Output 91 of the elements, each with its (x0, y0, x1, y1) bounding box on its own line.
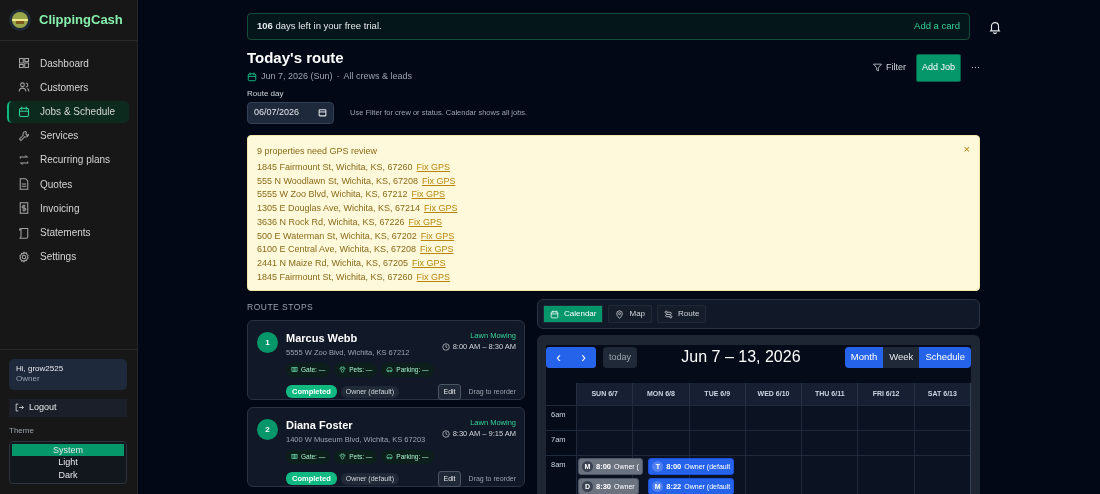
paw-icon (339, 366, 347, 374)
route-day-field[interactable]: 06/07/2026 (247, 101, 334, 124)
property-address: 2441 N Maize Rd, Wichita, KS, 67205 (257, 257, 409, 268)
route-day-label: Route day (247, 87, 285, 100)
customer-name: Marcus Webb (286, 331, 359, 347)
clock-icon (441, 429, 450, 438)
time-slot (688, 430, 745, 456)
view-toggle[interactable]: Month (844, 346, 884, 368)
time-slot (801, 455, 858, 494)
time-slot (744, 430, 802, 456)
repeat-arrows-icon (18, 153, 30, 166)
map-pin-icon (615, 309, 625, 319)
time-slot (744, 405, 802, 431)
date-range-title: Jun 7 – 13, 2026 (680, 347, 802, 368)
property-address: 500 E Waterman St, Wichita, KS, 67202 (257, 230, 417, 241)
user-greeting: Hi, grow2525 (16, 364, 65, 374)
time-slot (801, 430, 858, 456)
scroll-icon (18, 226, 30, 239)
time-slot (744, 455, 802, 494)
nav-item[interactable]: Recurring plans (7, 148, 129, 171)
separator-dot: · (336, 70, 340, 83)
time-slot (576, 405, 633, 431)
customer-name: Diana Foster (286, 418, 354, 434)
gate-icon (291, 366, 298, 374)
time-slot (857, 430, 914, 456)
time-slot (801, 405, 858, 431)
user-role: Owner (16, 373, 41, 384)
filter-icon (872, 63, 882, 73)
logout-button[interactable]: Logout (9, 399, 127, 417)
document-icon (18, 178, 30, 191)
filter-button[interactable]: Filter (866, 61, 912, 75)
logout-icon (15, 403, 24, 413)
dollar-document-icon (18, 202, 30, 215)
nav-item[interactable]: Settings (7, 245, 129, 268)
theme-option[interactable]: Light (12, 456, 124, 469)
time-slot (688, 405, 745, 431)
time-slot (857, 405, 914, 431)
trial-message: 106 days left in your free trial. (257, 19, 382, 34)
logo-icon (9, 9, 31, 31)
nav-item[interactable]: Customers (7, 76, 129, 99)
add-card-link[interactable]: Add a card (914, 19, 960, 34)
today-button[interactable]: today (603, 346, 638, 368)
view-toggle[interactable]: Schedule (919, 346, 971, 368)
nav-item[interactable]: Quotes (7, 173, 129, 196)
settings-icon (18, 250, 30, 263)
nav-item[interactable]: Statements (7, 221, 129, 244)
car-icon (386, 366, 394, 374)
time-slot (913, 405, 970, 431)
gate-icon (291, 453, 298, 461)
view-tab[interactable]: Route (657, 305, 707, 324)
brand-name: ClippingCash (39, 11, 123, 30)
more-button[interactable]: ··· (965, 61, 986, 75)
calendar-icon (18, 105, 30, 118)
section-heading: ROUTE STOPS (247, 301, 315, 315)
add-job-button[interactable]: Add Job (915, 54, 961, 82)
theme-label: Theme (9, 424, 35, 437)
view-tab[interactable]: Map (608, 305, 653, 324)
notification-bell-icon[interactable] (988, 19, 1002, 34)
wrench-icon (18, 129, 30, 142)
nav-item[interactable]: Invoicing (7, 197, 129, 220)
time-slot (913, 430, 970, 456)
paw-icon (339, 453, 347, 461)
theme-option[interactable]: Dark (12, 468, 124, 481)
nav-item[interactable]: Dashboard (7, 52, 129, 75)
calendar-icon (247, 71, 257, 82)
route-date: Jun 7, 2026 (Sun) (261, 70, 333, 83)
property-address: 3636 N Rock Rd, Wichita, KS, 67226 (257, 216, 405, 227)
car-icon (386, 453, 394, 461)
gps-alert-title: 9 properties need GPS review (257, 144, 378, 158)
property-address: 6100 E Central Ave, Wichita, KS, 67208 (257, 244, 416, 255)
stop-number-badge: 2 (257, 419, 278, 441)
grid-icon (18, 57, 30, 70)
crew-scope: All crews & leads (343, 70, 413, 83)
clock-icon (441, 342, 450, 351)
time-slot (632, 405, 689, 431)
property-address: 555 N Woodlawn St, Wichita, KS, 67208 (257, 175, 418, 186)
calendar-icon (318, 108, 327, 117)
view-toggle[interactable]: Week (883, 346, 920, 368)
page-title: Today's route (247, 49, 345, 67)
property-address: 1845 Fairmount St, Wichita, KS, 67260 (257, 271, 413, 282)
calendar-icon (550, 309, 559, 319)
time-slot (857, 455, 914, 494)
stop-number-badge: 1 (257, 332, 278, 354)
view-tab[interactable]: Calendar (543, 305, 604, 324)
route-icon (664, 309, 674, 319)
property-address: 1845 Fairmount St, Wichita, KS, 67260 (257, 162, 413, 172)
nav-item[interactable]: Services (7, 124, 129, 147)
property-address: 5555 W Zoo Blvd, Wichita, KS, 67212 (257, 189, 408, 200)
people-icon (18, 81, 30, 94)
property-address: 1305 E Douglas Ave, Wichita, KS, 67214 (257, 203, 420, 214)
nav-item[interactable]: Jobs & Schedule (7, 100, 129, 123)
